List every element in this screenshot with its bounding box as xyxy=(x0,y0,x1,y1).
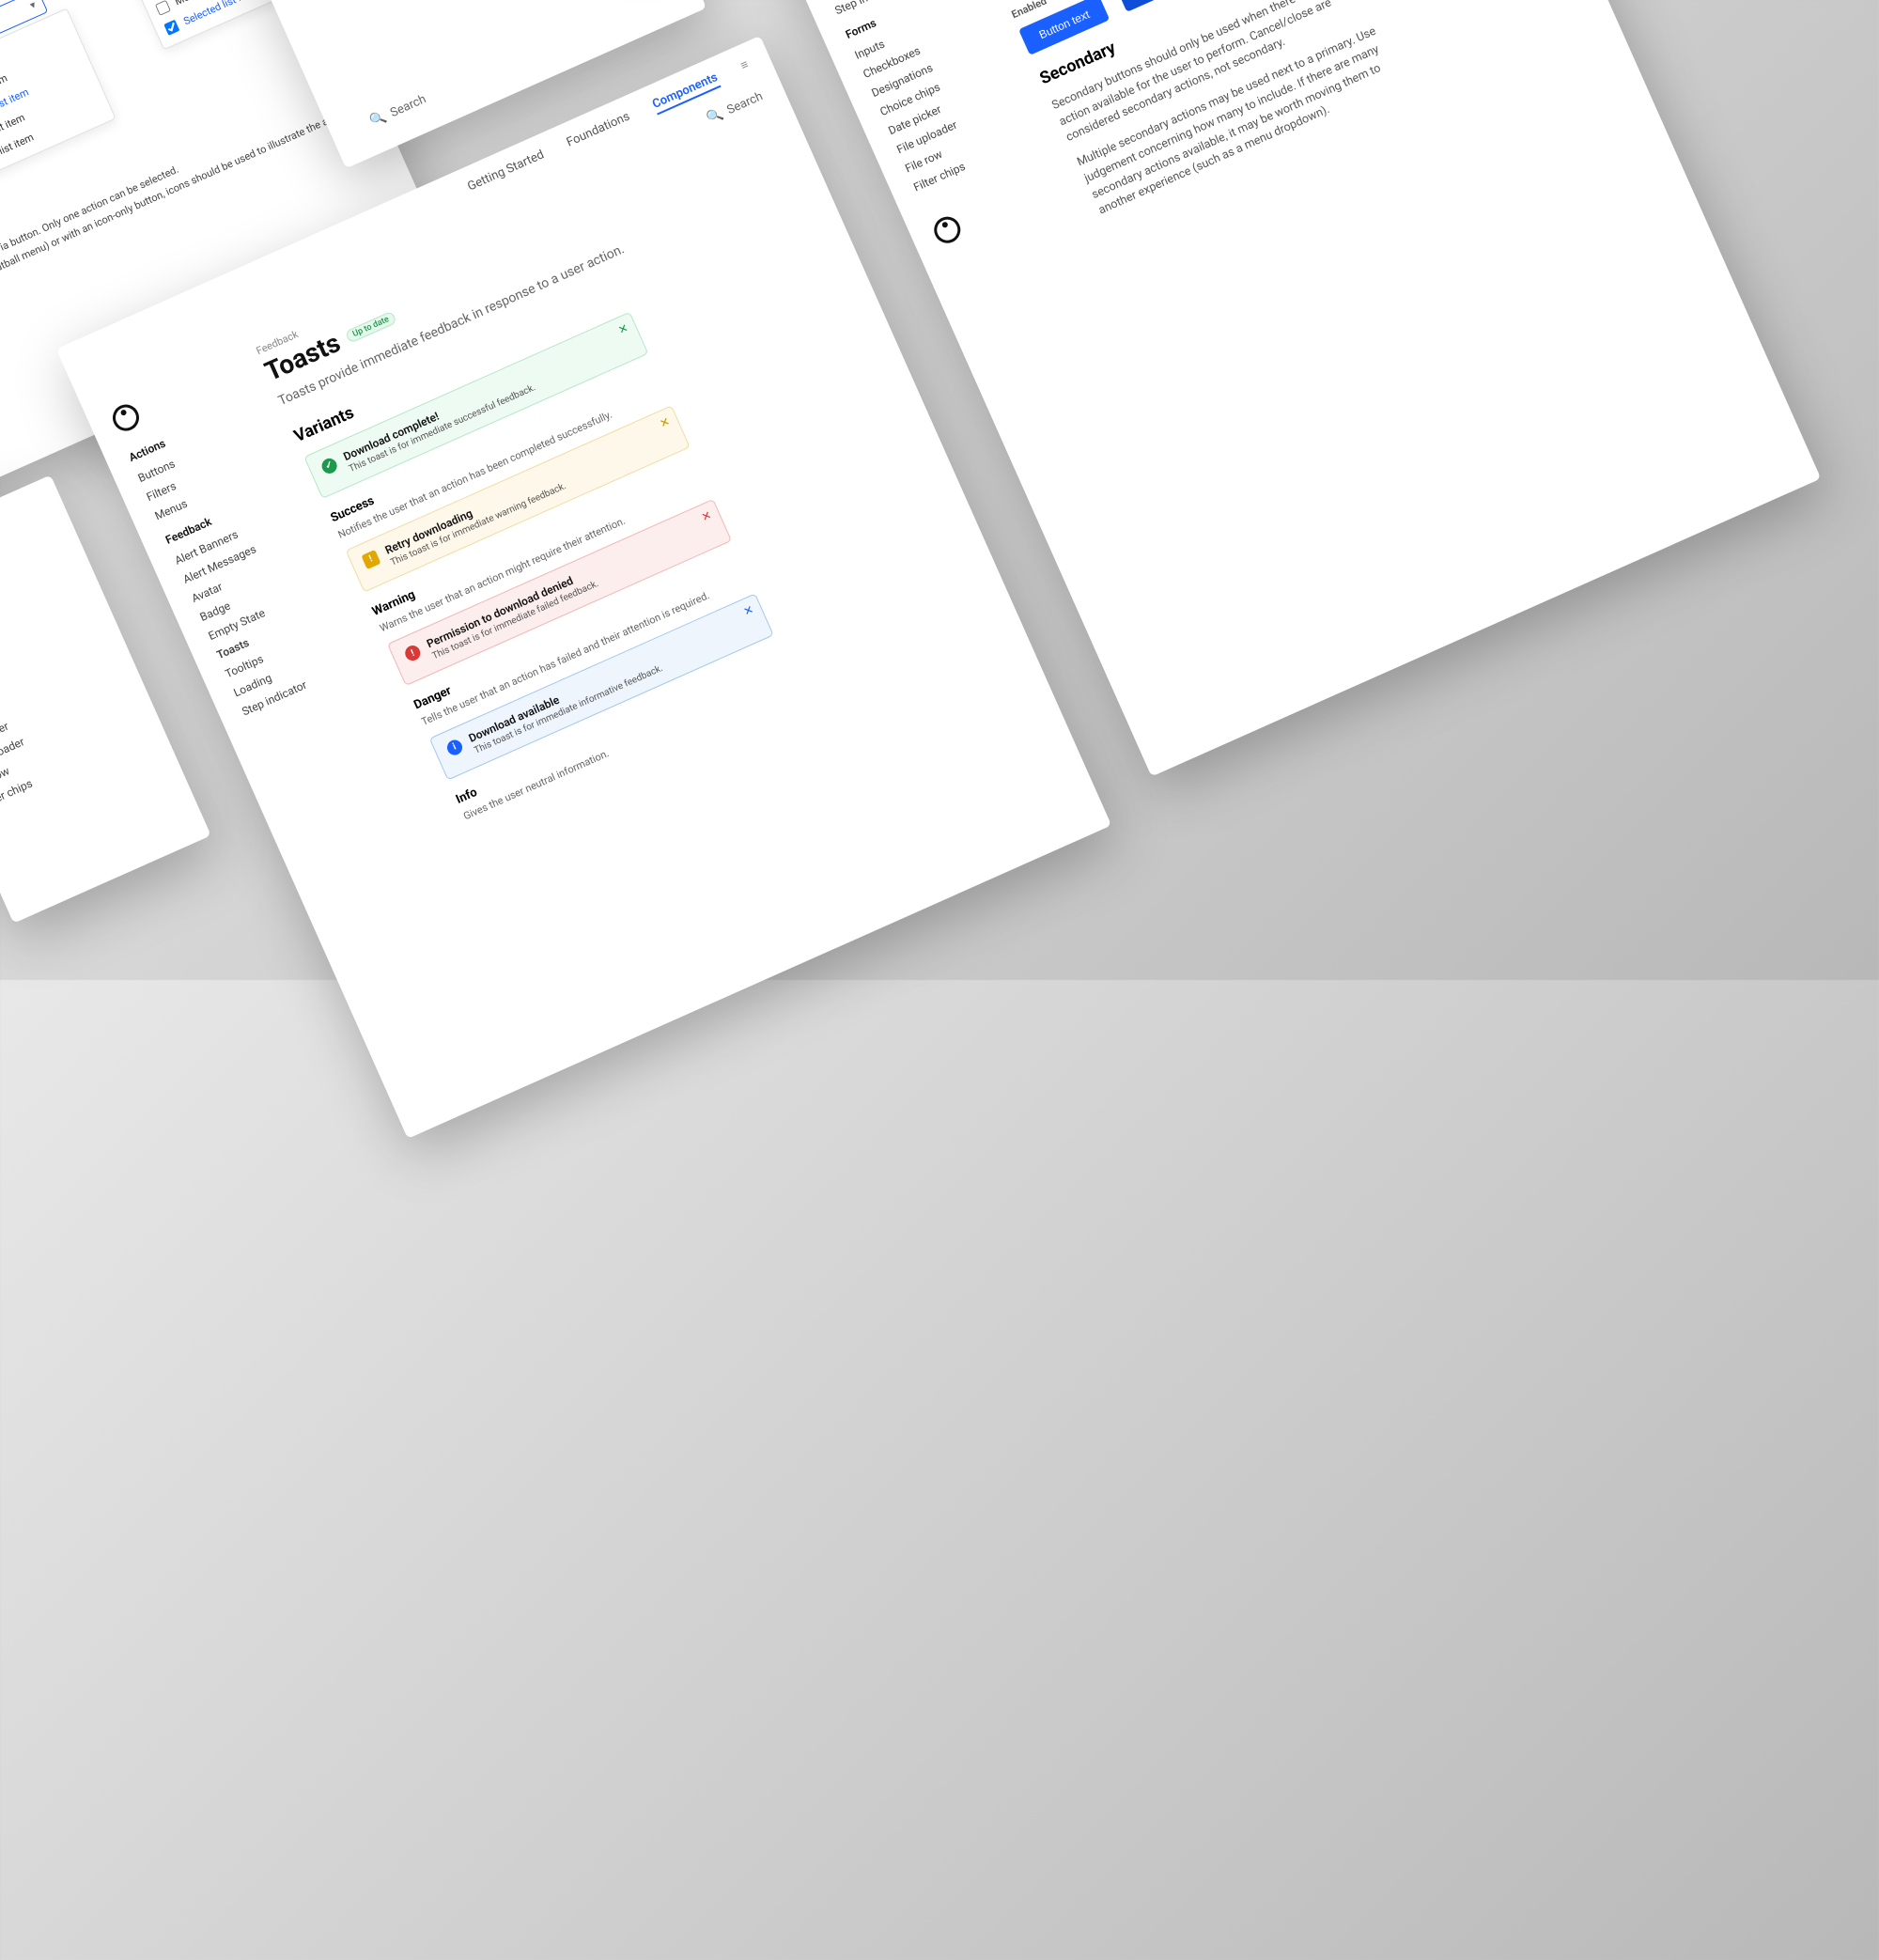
info-icon: i xyxy=(444,738,464,757)
close-icon[interactable]: ✕ xyxy=(658,414,672,430)
close-icon[interactable]: ✕ xyxy=(741,602,755,618)
check-icon: ✓ xyxy=(319,456,339,475)
primary-note-2: ere should only be one primary action on… xyxy=(1000,0,1488,1)
filter-panel-nosrch: 📄 Lis Menu list item Selected list item … xyxy=(0,8,116,192)
hamburger-icon[interactable]: ≡ xyxy=(738,56,753,75)
error-icon: ! xyxy=(403,644,423,663)
search-input[interactable]: Search xyxy=(724,89,765,117)
brand-logo xyxy=(930,212,965,247)
search-icon[interactable]: 🔍 xyxy=(705,106,725,127)
close-icon[interactable]: ✕ xyxy=(700,508,714,524)
warning-icon: ! xyxy=(361,550,380,569)
chevron-down-icon: ▾ xyxy=(28,0,38,12)
search-icon[interactable]: 🔍 xyxy=(367,109,388,130)
close-icon[interactable]: ✕ xyxy=(616,320,630,336)
